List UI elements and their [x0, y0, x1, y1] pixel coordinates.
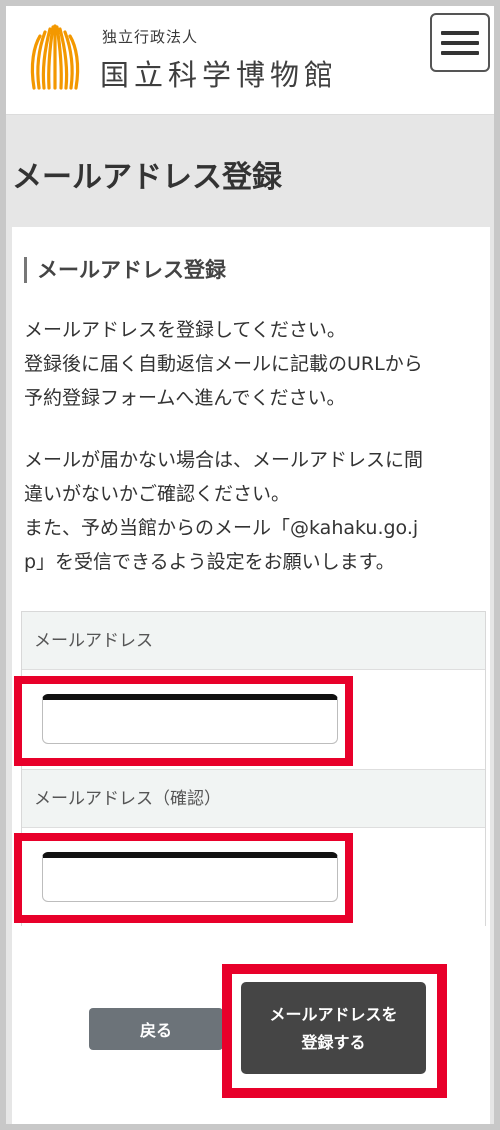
menu-icon-bar [441, 30, 479, 35]
notice-line: 違いがないかご確認ください。 [24, 483, 291, 505]
email-confirm-highlight [14, 833, 353, 923]
logo-title[interactable]: 国立科学博物館 [100, 52, 338, 94]
page-title: メールアドレス登録 [12, 160, 282, 195]
hamburger-menu-button[interactable] [430, 13, 490, 72]
instruction-line: 予約登録フォームへ進んでください。 [24, 387, 346, 409]
page-frame: 独立行政法人 国立科学博物館 メールアドレス登録 メールアドレス登録 メールアド… [6, 6, 494, 1124]
submit-label-line: 登録する [301, 1033, 366, 1052]
menu-icon-bar [441, 40, 479, 45]
email-label: メールアドレス [22, 612, 485, 670]
menu-icon-bar [441, 50, 479, 55]
notice-line: また、予め当館からのメール「@kahaku.go.j [24, 517, 419, 539]
email-input-highlight [14, 676, 353, 766]
instruction-line: メールアドレスを登録してください。 [24, 319, 346, 341]
notice-line: p」を受信できるよう設定をお願いします。 [24, 551, 395, 573]
instruction-line: 登録後に届く自動返信メールに記載のURLから [24, 353, 423, 375]
notice-paragraph: メールが届かない場合は、メールアドレスに間 違いがないかご確認ください。 また、… [24, 443, 484, 579]
instruction-paragraph: メールアドレスを登録してください。 登録後に届く自動返信メールに記載のURLから… [24, 313, 484, 415]
back-button[interactable]: 戻る [89, 1008, 223, 1050]
submit-label-line: メールアドレスを [269, 1005, 398, 1024]
site-header: 独立行政法人 国立科学博物館 [6, 6, 494, 115]
museum-logo-icon[interactable] [26, 24, 84, 90]
section-heading: メールアドレス登録 [24, 257, 226, 283]
register-email-button[interactable]: メールアドレスを 登録する [241, 982, 426, 1074]
logo-subtitle: 独立行政法人 [102, 28, 199, 46]
registration-card: メールアドレス登録 メールアドレスを登録してください。 登録後に届く自動返信メー… [12, 227, 490, 1124]
notice-line: メールが届かない場合は、メールアドレスに間 [24, 449, 424, 471]
email-confirm-label: メールアドレス（確認） [22, 770, 485, 828]
